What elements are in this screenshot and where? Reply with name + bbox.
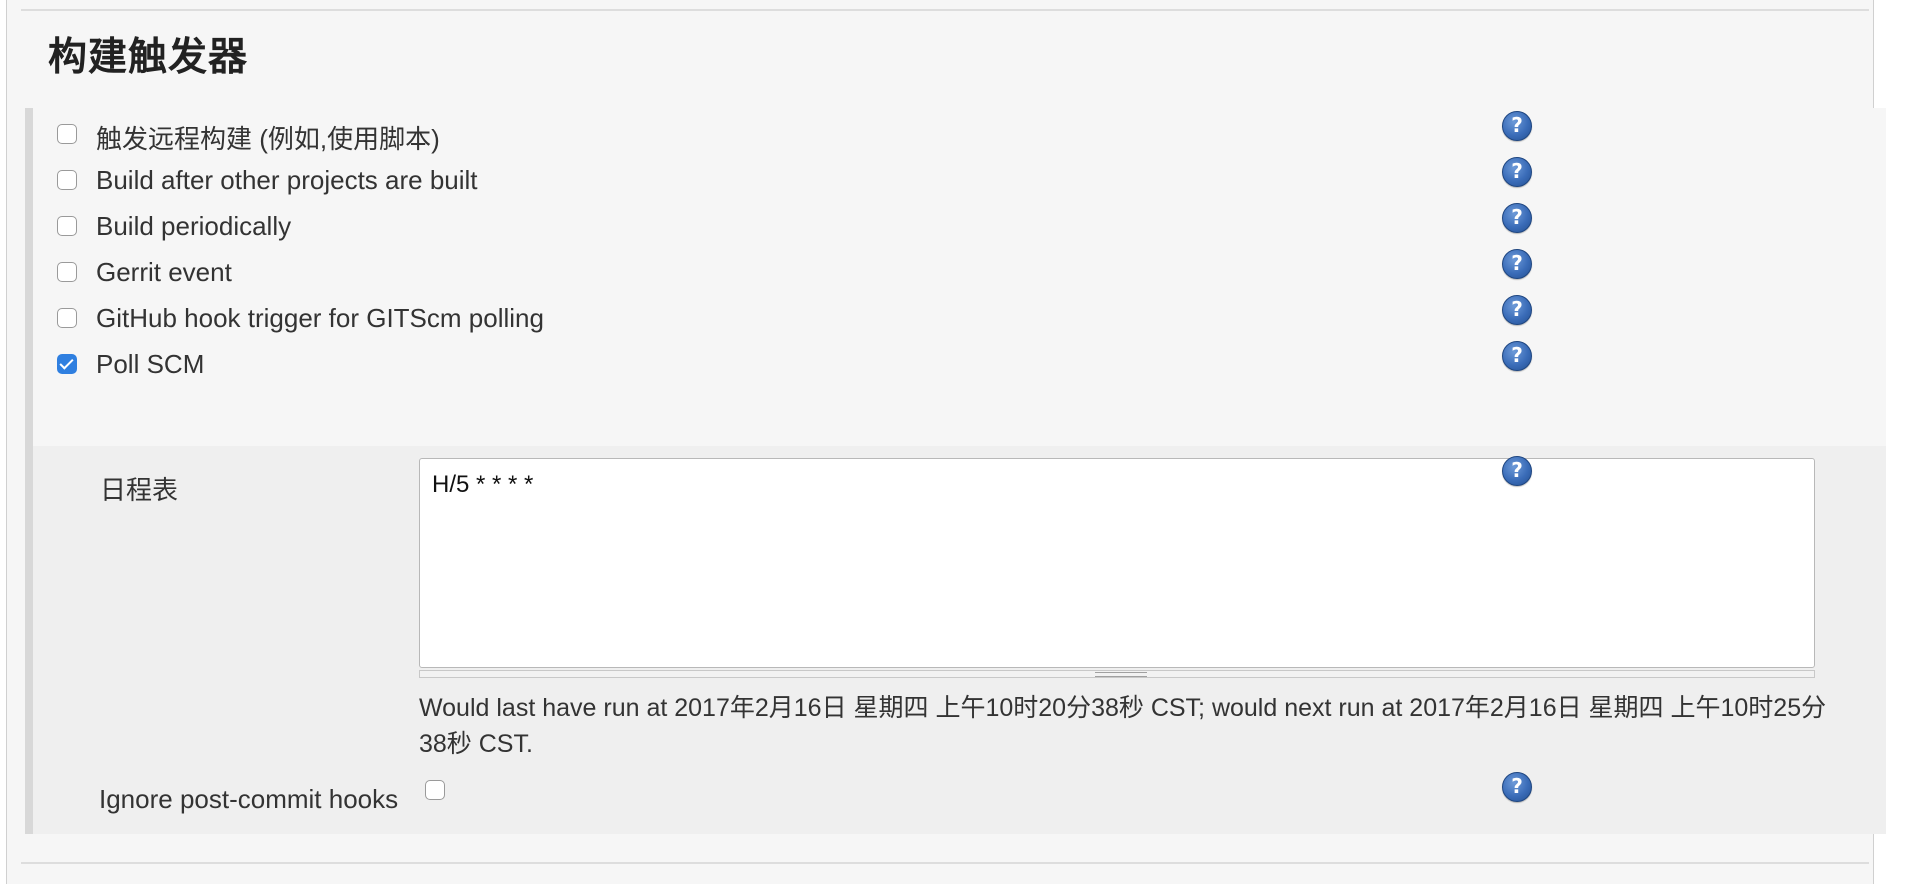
trigger-build-after-other-projects[interactable]: Build after other projects are built ?: [33, 156, 1886, 204]
poll-scm-label[interactable]: Poll SCM: [96, 349, 204, 380]
section-divider-top: [21, 9, 1869, 11]
trigger-remote-build-label[interactable]: 触发远程构建 (例如,使用脚本): [96, 119, 440, 156]
trigger-build-periodically[interactable]: Build periodically ?: [33, 202, 1886, 250]
trigger-remote-build[interactable]: 触发远程构建 (例如,使用脚本) ?: [33, 110, 1886, 158]
help-icon[interactable]: ?: [1502, 772, 1532, 802]
help-icon[interactable]: ?: [1502, 456, 1532, 486]
build-periodically-checkbox[interactable]: [57, 216, 77, 236]
page: 构建触发器 触发远程构建 (例如,使用脚本) ? Build after oth…: [0, 0, 1912, 884]
trigger-github-hook[interactable]: GitHub hook trigger for GITScm polling ?: [33, 294, 1886, 342]
github-hook-label[interactable]: GitHub hook trigger for GITScm polling: [96, 303, 544, 334]
build-triggers-group: 触发远程构建 (例如,使用脚本) ? Build after other pro…: [25, 108, 1886, 834]
build-periodically-label[interactable]: Build periodically: [96, 211, 291, 242]
trigger-gerrit-event[interactable]: Gerrit event ?: [33, 248, 1886, 296]
help-icon[interactable]: ?: [1502, 157, 1532, 187]
github-hook-checkbox[interactable]: [57, 308, 77, 328]
textarea-resize-handle[interactable]: [419, 670, 1815, 678]
poll-scm-checkbox[interactable]: [57, 354, 77, 374]
schedule-textarea[interactable]: H/5 * * * *: [419, 458, 1815, 668]
build-after-other-projects-label[interactable]: Build after other projects are built: [96, 165, 478, 196]
section-title: 构建触发器: [48, 36, 249, 79]
help-icon[interactable]: ?: [1502, 203, 1532, 233]
help-icon[interactable]: ?: [1502, 295, 1532, 325]
gerrit-event-checkbox[interactable]: [57, 262, 77, 282]
help-icon[interactable]: ?: [1502, 341, 1532, 371]
schedule-label: 日程表: [100, 475, 179, 505]
section-divider-bottom: [21, 862, 1869, 864]
help-icon[interactable]: ?: [1502, 249, 1532, 279]
schedule-info-text: Would last have run at 2017年2月16日 星期四 上午…: [419, 694, 1827, 758]
ignore-post-commit-hooks-checkbox[interactable]: [425, 780, 445, 800]
trigger-poll-scm[interactable]: Poll SCM ?: [33, 340, 1886, 388]
build-after-other-projects-checkbox[interactable]: [57, 170, 77, 190]
help-icon[interactable]: ?: [1502, 111, 1532, 141]
gerrit-event-label[interactable]: Gerrit event: [96, 257, 232, 288]
poll-scm-options: 日程表 H/5 * * * * ? Would last have run at…: [33, 446, 1886, 834]
ignore-post-commit-hooks-label: Ignore post-commit hooks: [99, 784, 399, 814]
trigger-remote-build-checkbox[interactable]: [57, 124, 77, 144]
